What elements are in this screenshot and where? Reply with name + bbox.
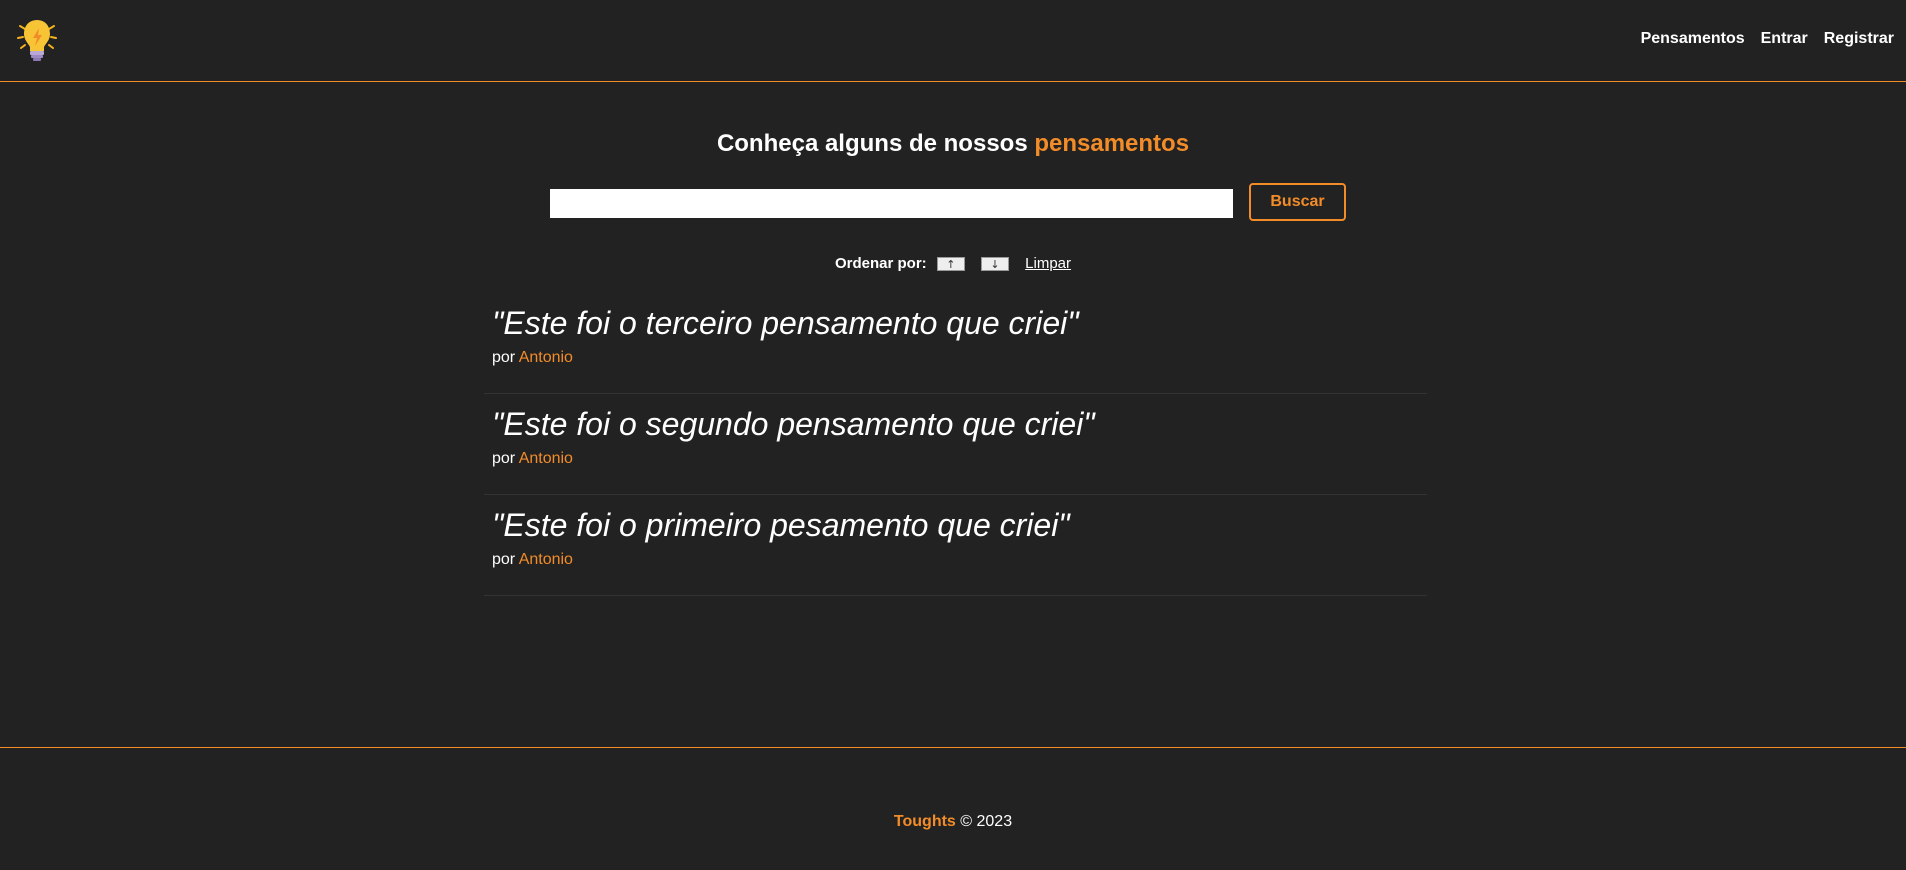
thoughts-list: "Este foi o terceiro pensamento que crie… bbox=[484, 293, 1427, 596]
clear-filter-link[interactable]: Limpar bbox=[1025, 255, 1071, 272]
search-input[interactable] bbox=[550, 189, 1233, 218]
arrow-down-icon: ↓ bbox=[990, 258, 1000, 272]
page-title-prefix: Conheça alguns de nossos bbox=[716, 130, 1028, 157]
thought-author-prefix: por bbox=[492, 349, 516, 366]
thought-item: "Este foi o segundo pensamento que criei… bbox=[484, 394, 1427, 495]
thought-text: "Este foi o primeiro pesamento que criei… bbox=[492, 507, 1070, 543]
nav-link-thoughts[interactable]: Pensamentos bbox=[1641, 30, 1745, 48]
thought-author: por Antonio bbox=[492, 349, 1419, 367]
thought-text: "Este foi o terceiro pensamento que crie… bbox=[492, 305, 1079, 341]
thought-author-name: Antonio bbox=[518, 349, 573, 366]
footer-copyright: © 2023 bbox=[960, 813, 1013, 830]
thought-author: por Antonio bbox=[492, 450, 1419, 468]
nav-link-login[interactable]: Entrar bbox=[1761, 30, 1808, 48]
sort-descending-button[interactable]: ↓ bbox=[981, 257, 1009, 272]
navbar: Pensamentos Entrar Registrar bbox=[0, 0, 1906, 82]
page-title-accent: pensamentos bbox=[1034, 130, 1190, 157]
thought-author-prefix: por bbox=[492, 551, 516, 568]
thought-author-prefix: por bbox=[492, 450, 516, 467]
thought-text: "Este foi o segundo pensamento que criei… bbox=[492, 406, 1095, 442]
search-form: Buscar bbox=[550, 182, 1347, 221]
thought-item: "Este foi o terceiro pensamento que crie… bbox=[484, 293, 1427, 394]
footer-brand: Toughts bbox=[893, 813, 956, 830]
search-button[interactable]: Buscar bbox=[1249, 183, 1346, 221]
arrow-up-icon: ↑ bbox=[946, 258, 956, 272]
thought-item: "Este foi o primeiro pesamento que criei… bbox=[484, 495, 1427, 596]
lightbulb-icon bbox=[17, 20, 57, 61]
logo-link[interactable] bbox=[16, 16, 58, 62]
nav-link-register[interactable]: Registrar bbox=[1824, 30, 1894, 48]
page-title: Conheça alguns de nossos pensamentos bbox=[0, 130, 1906, 158]
thought-author: por Antonio bbox=[492, 551, 1419, 569]
thought-author-name: Antonio bbox=[518, 450, 573, 467]
sort-ascending-button[interactable]: ↑ bbox=[936, 257, 965, 272]
main-content: Conheça alguns de nossos pensamentos Bus… bbox=[0, 82, 1906, 747]
order-label: Ordenar por: bbox=[834, 255, 927, 272]
order-controls: Ordenar por: ↑ ↓ Limpar bbox=[0, 255, 1906, 272]
nav-links: Pensamentos Entrar Registrar bbox=[1625, 30, 1894, 48]
thought-author-name: Antonio bbox=[518, 551, 573, 568]
footer: Toughts © 2023 bbox=[0, 747, 1906, 870]
